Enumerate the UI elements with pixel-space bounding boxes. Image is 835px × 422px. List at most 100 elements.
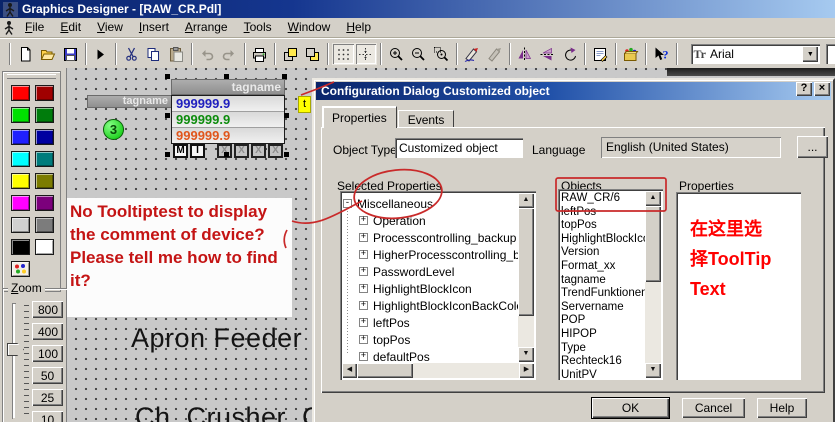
scrollbar-thumb[interactable] [518,208,534,316]
tree-scrollbar-vertical[interactable]: ▲ ▼ [518,193,534,362]
zoom-level-100[interactable]: 100 [32,345,63,362]
rotate-button[interactable] [559,43,582,65]
copy-button[interactable] [143,43,166,65]
tree-item[interactable]: + defaultPos [343,348,518,362]
color-swatch-d0d0d0[interactable] [11,217,30,233]
objects-list-item[interactable]: POP [561,314,645,328]
menu-item-window[interactable]: Window [280,18,339,37]
color-swatch-ffff00[interactable] [11,173,30,189]
canvas-label-apron[interactable]: Apron Feeder C [131,323,338,354]
menu-item-edit[interactable]: Edit [52,18,89,37]
scroll-left-icon[interactable]: ◀ [342,363,357,378]
status-badge-circle[interactable]: 3 [103,119,124,140]
objects-scrollbar-vertical[interactable]: ▲ ▼ [645,191,661,378]
selection-handle[interactable] [224,152,229,157]
selection-handle[interactable] [284,113,289,118]
object-properties-button[interactable] [589,43,612,65]
scrollbar-thumb[interactable] [357,363,413,378]
zoom-slider-track[interactable] [12,303,16,419]
objects-list-item[interactable]: leftPos [561,206,645,220]
zoom-selection-button[interactable] [430,43,453,65]
io-side-bar[interactable]: tagname [87,95,172,108]
zoom-level-400[interactable]: 400 [32,323,63,340]
objects-list-item[interactable]: topPos [561,219,645,233]
tree-expand-icon[interactable]: + [359,284,368,293]
zoom-level-10[interactable]: 10 [32,411,63,422]
mirror-vertical-button[interactable] [536,43,559,65]
io-values-box[interactable]: 999999.9 999999.9 999999.9 [171,95,285,144]
tree-item[interactable]: + Operation [343,212,518,229]
browse-button[interactable]: ... [797,136,828,158]
tree-expand-icon[interactable]: + [359,267,368,276]
zoom-level-50[interactable]: 50 [32,367,63,384]
color-swatch-00ffff[interactable] [11,151,30,167]
print-button[interactable] [249,43,272,65]
mirror-horizontal-button[interactable] [514,43,537,65]
objects-list-item[interactable]: Servername [561,301,645,315]
scrollbar-thumb[interactable] [645,206,661,282]
object-type-input[interactable]: Customized object [395,138,523,158]
cancel-button[interactable]: Cancel [682,398,745,418]
color-swatch-7c7c00[interactable] [35,173,54,189]
selection-handle[interactable] [224,74,229,79]
tab-events[interactable]: Events [397,110,455,128]
tree-scrollbar-horizontal[interactable]: ◀ ▶ [342,363,534,378]
color-swatch-00e000[interactable] [11,107,30,123]
dialog-close-button[interactable]: × [814,82,830,96]
zoom-level-25[interactable]: 25 [32,389,63,406]
open-file-button[interactable] [37,43,60,65]
color-swatch-ffffff[interactable] [35,239,54,255]
selection-handle[interactable] [165,152,170,157]
tree-expand-icon[interactable]: + [359,233,368,242]
grid-toggle-button[interactable] [332,43,355,65]
run-button[interactable] [90,43,113,65]
library-button[interactable] [620,43,643,65]
palette-gripper[interactable] [7,74,56,79]
selection-handle[interactable] [282,74,287,79]
paste-button[interactable] [165,43,188,65]
bring-to-front-button[interactable] [279,43,302,65]
color-swatch-007c7c[interactable] [35,151,54,167]
scroll-up-icon[interactable]: ▲ [518,193,534,208]
zoom-out-button[interactable] [408,43,431,65]
tree-expand-icon[interactable]: + [359,301,368,310]
selection-handle[interactable] [165,113,170,118]
color-swatch-7c007c[interactable] [35,195,54,211]
objects-list-item[interactable]: Version [561,246,645,260]
palette-more-icon[interactable] [11,261,30,277]
send-to-back-button[interactable] [302,43,325,65]
objects-list-item[interactable]: TrendFunktionen: [561,287,645,301]
menu-item-file[interactable]: File [17,18,52,37]
color-swatch-0000a0[interactable] [35,129,54,145]
window-titlebar[interactable]: Graphics Designer - [RAW_CR.Pdl] [0,0,835,18]
tree-item-miscellaneous[interactable]: - Miscellaneous [343,195,518,212]
tree-expand-icon[interactable]: + [359,318,368,327]
scroll-right-icon[interactable]: ▶ [519,363,534,378]
zoom-level-800[interactable]: 800 [32,301,63,318]
canvas-label-bottom[interactable]: Ch Crusher C [135,402,322,422]
tree-item[interactable]: + leftPos [343,314,518,331]
context-help-button[interactable]: ? [650,43,673,65]
objects-list-item[interactable]: Rechteck16 [561,355,645,369]
tree-expand-icon[interactable]: + [359,216,368,225]
objects-list-item[interactable]: RAW_CR/6 [561,192,645,206]
objects-list-item[interactable]: Format_xx [561,260,645,274]
tree-item[interactable]: + topPos [343,331,518,348]
menu-item-insert[interactable]: Insert [131,18,177,37]
ok-button[interactable]: OK [592,398,669,418]
save-file-button[interactable] [59,43,82,65]
new-file-button[interactable] [14,43,37,65]
undo-button[interactable] [196,43,219,65]
menu-item-tools[interactable]: Tools [236,18,280,37]
selection-handle[interactable] [165,74,170,79]
scroll-down-icon[interactable]: ▼ [645,363,661,378]
io-header-bar[interactable]: tagname [171,79,285,95]
dialog-help-button[interactable]: ? [796,82,812,96]
tree-item[interactable]: + HighlightBlockIcon [343,280,518,297]
tree-item[interactable]: + HighlightBlockIconBackColor [343,297,518,314]
objects-list-item[interactable]: UnitPV [561,369,645,378]
redo-button[interactable] [218,43,241,65]
tree-expand-icon[interactable]: + [359,352,368,361]
pen-color-button[interactable] [461,43,484,65]
objects-list-item[interactable]: HIPOP [561,328,645,342]
